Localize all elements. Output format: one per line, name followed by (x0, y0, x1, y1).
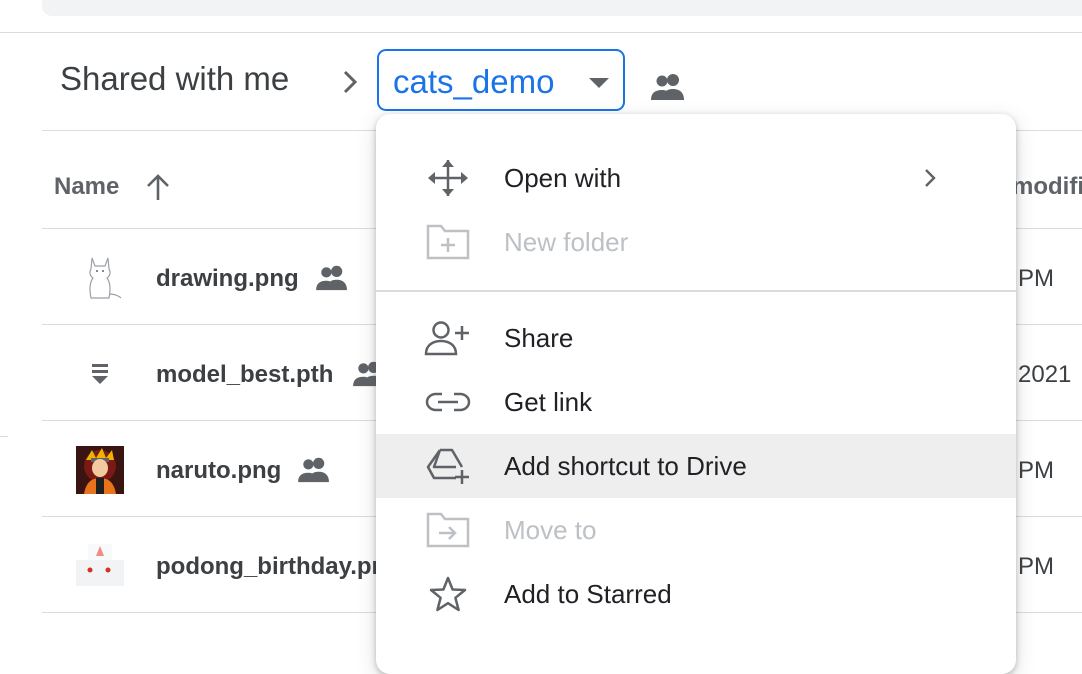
menu-item-add-shortcut[interactable]: Add shortcut to Drive (376, 434, 1016, 498)
drawing-thumbnail-icon (89, 257, 122, 299)
file-modified: PM (1018, 265, 1054, 292)
new-folder-icon (426, 224, 470, 260)
add-shortcut-icon (426, 448, 469, 484)
podong-thumbnail-icon (76, 544, 124, 586)
file-modified: 2021 (1018, 361, 1072, 388)
shared-people-icon (316, 265, 347, 291)
menu-item-label: New folder (504, 227, 629, 257)
breadcrumb-shared-with-me[interactable]: Shared with me (60, 60, 289, 98)
file-modified: PM (1018, 457, 1054, 484)
menu-item-get-link[interactable]: Get link (376, 370, 1016, 434)
left-edge-tick (0, 436, 8, 437)
menu-item-label: Get link (504, 387, 593, 417)
column-header-name[interactable]: Name (54, 173, 119, 201)
breadcrumb-current-folder-button[interactable]: cats_demo (377, 49, 625, 111)
menu-item-add-to-starred[interactable]: Add to Starred (376, 562, 1016, 626)
header-divider (0, 32, 1082, 33)
context-menu: Open with New folder Share Get link Add … (376, 114, 1016, 674)
column-header-modified[interactable]: modifi (1012, 173, 1082, 201)
shared-people-icon[interactable] (650, 71, 686, 101)
menu-item-label: Move to (504, 515, 597, 545)
generic-file-icon (92, 364, 108, 384)
shared-people-icon (298, 457, 329, 483)
file-name[interactable]: naruto.png (156, 457, 281, 485)
move-to-icon (426, 512, 470, 548)
menu-divider (376, 290, 1016, 292)
menu-item-new-folder[interactable]: New folder (376, 210, 1016, 274)
file-name[interactable]: model_best.pth (156, 361, 333, 389)
add-person-icon (424, 321, 469, 356)
file-name[interactable]: podong_birthday.pr (156, 553, 381, 581)
link-icon (425, 392, 471, 412)
naruto-thumbnail-icon (76, 446, 124, 494)
submenu-chevron-icon (925, 169, 936, 187)
menu-item-label: Share (504, 323, 574, 353)
menu-item-label: Add to Starred (504, 579, 672, 609)
file-name[interactable]: drawing.png (156, 265, 299, 293)
menu-item-move-to[interactable]: Move to (376, 498, 1016, 562)
open-with-icon (428, 160, 468, 196)
menu-item-label: Add shortcut to Drive (504, 451, 747, 481)
menu-item-open-with[interactable]: Open with (376, 146, 1016, 210)
menu-item-label: Open with (504, 163, 622, 193)
menu-item-share[interactable]: Share (376, 306, 1016, 370)
dropdown-caret-icon (589, 78, 609, 88)
sort-ascending-arrow-icon[interactable] (145, 172, 171, 204)
breadcrumb-chevron-icon (343, 70, 358, 94)
star-icon (429, 576, 467, 612)
file-modified: PM (1018, 553, 1054, 580)
search-bar[interactable] (42, 0, 1082, 16)
current-folder-label: cats_demo (393, 63, 555, 100)
